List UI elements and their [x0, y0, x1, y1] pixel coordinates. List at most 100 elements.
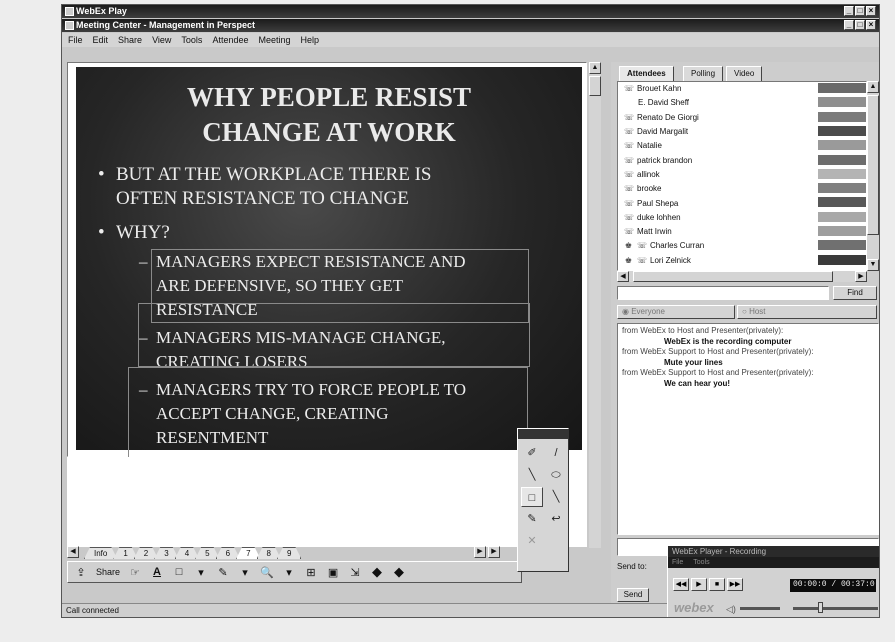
- menu-file[interactable]: File: [68, 33, 83, 47]
- share-icon[interactable]: ⇪: [74, 566, 88, 579]
- player-menu-tools[interactable]: Tools: [693, 557, 709, 568]
- send-button[interactable]: Send: [617, 588, 649, 602]
- tab-video[interactable]: Video: [726, 66, 763, 81]
- outer-window-title: WebEx Play: [76, 6, 127, 16]
- scroll-left-icon[interactable]: ◀: [617, 271, 629, 282]
- highlighter-tool-icon[interactable]: ✎: [521, 509, 543, 529]
- inner-minimize-button[interactable]: _: [844, 20, 854, 30]
- page-tab-8[interactable]: 8: [257, 547, 281, 559]
- attendee-name: duke lohhen: [637, 212, 681, 222]
- page-tab-4[interactable]: 4: [175, 547, 199, 559]
- radio-icon: ◉: [622, 307, 632, 316]
- bullet-glyph: •: [98, 164, 105, 185]
- attendee-color-swatch: [818, 97, 866, 108]
- bullet-1-line1: BUT AT THE WORKPLACE THERE IS: [116, 164, 432, 185]
- fast-forward-icon[interactable]: ▶▶: [727, 578, 743, 591]
- content-viewer: WHY PEOPLE RESIST CHANGE AT WORK • BUT A…: [67, 62, 587, 463]
- text-tool-icon[interactable]: A: [150, 566, 164, 578]
- pointer-icon[interactable]: ☞: [128, 566, 142, 579]
- seek-slider[interactable]: [793, 607, 878, 610]
- volume-icon[interactable]: ◁): [726, 604, 736, 615]
- page-tab-info[interactable]: Info: [84, 547, 117, 559]
- annotation-frame[interactable]: [138, 303, 530, 367]
- play-icon[interactable]: ▶: [691, 578, 707, 591]
- pen-tool-icon[interactable]: ✐: [521, 443, 543, 463]
- chat-tab-host[interactable]: ○ Host: [737, 305, 877, 319]
- hscroll-thumb[interactable]: [633, 271, 833, 282]
- menu-meeting[interactable]: Meeting: [258, 33, 290, 47]
- phone-icon: ☏: [624, 184, 635, 194]
- menu-attendee[interactable]: Attendee: [212, 33, 248, 47]
- phone-icon: ☏: [637, 255, 648, 265]
- tab-scroll-end-icon[interactable]: ▶: [488, 546, 500, 558]
- meeting-icon: [65, 21, 74, 30]
- attendee-name: allinok: [637, 169, 660, 179]
- tab-polling[interactable]: Polling: [683, 66, 724, 81]
- dropdown-icon[interactable]: ▾: [238, 566, 252, 579]
- share-label[interactable]: Share: [96, 567, 120, 577]
- rectangle-tool-icon[interactable]: □: [521, 487, 543, 507]
- volume-slider[interactable]: [740, 607, 780, 610]
- menu-share[interactable]: Share: [118, 33, 142, 47]
- line-tool-icon[interactable]: ╲: [521, 465, 543, 485]
- undo-icon[interactable]: ↩: [545, 509, 567, 529]
- whiteboard-area: [67, 457, 587, 547]
- page-tab-1[interactable]: 1: [113, 547, 137, 559]
- palette-header[interactable]: [518, 429, 568, 439]
- pencil-tool-icon[interactable]: /: [545, 443, 567, 463]
- annotation-frame[interactable]: [128, 367, 528, 463]
- scroll-thumb[interactable]: [589, 76, 601, 96]
- dropdown-icon[interactable]: ▾: [194, 566, 208, 579]
- scroll-up-icon[interactable]: ▲: [589, 62, 601, 74]
- menu-tools[interactable]: Tools: [181, 33, 202, 47]
- page-tab-5[interactable]: 5: [195, 547, 219, 559]
- close-button[interactable]: ×: [866, 6, 876, 16]
- tab-scroll-right-icon[interactable]: ▶: [474, 546, 486, 558]
- ellipse-tool-icon[interactable]: ⬭: [545, 465, 567, 485]
- rectangle-tool-icon[interactable]: □: [172, 566, 186, 578]
- scroll-up-icon[interactable]: ▲: [867, 81, 879, 93]
- chat-log: from WebEx to Host and Presenter(private…: [617, 323, 879, 535]
- attendee-hscrollbar[interactable]: ◀ ▶: [617, 271, 867, 282]
- full-screen-icon[interactable]: ⇲: [348, 566, 362, 579]
- previous-page-icon[interactable]: ◆: [370, 564, 384, 580]
- minimize-button[interactable]: _: [844, 6, 854, 16]
- arrow-tool-icon[interactable]: ╲: [545, 487, 567, 507]
- scroll-down-icon[interactable]: ▼: [867, 259, 879, 271]
- tab-attendees[interactable]: Attendees: [619, 66, 674, 81]
- find-button[interactable]: Find: [833, 286, 877, 300]
- tab-scroll-left-icon[interactable]: ◀: [67, 546, 79, 558]
- page-tab-3[interactable]: 3: [154, 547, 178, 559]
- fit-page-icon[interactable]: ▣: [326, 566, 340, 579]
- eraser-icon[interactable]: ✕: [521, 531, 543, 551]
- scroll-right-icon[interactable]: ▶: [855, 271, 867, 282]
- dropdown-icon[interactable]: ▾: [282, 566, 296, 579]
- next-page-icon[interactable]: ◆: [392, 564, 406, 580]
- page-tab-6[interactable]: 6: [216, 547, 240, 559]
- inner-maximize-button[interactable]: □: [855, 20, 865, 30]
- menu-edit[interactable]: Edit: [93, 33, 109, 47]
- chat-sender: from WebEx to Host and Presenter(private…: [622, 326, 784, 335]
- recording-player: WebEx Player - Recording File Tools ◀◀ ▶…: [667, 545, 879, 617]
- slide-title-line1: WHY PEOPLE RESIST: [186, 82, 472, 112]
- seek-handle[interactable]: [818, 602, 823, 613]
- menu-view[interactable]: View: [152, 33, 171, 47]
- menu-bar: File Edit Share View Tools Attendee Meet…: [62, 33, 879, 47]
- scroll-thumb[interactable]: [867, 95, 879, 235]
- menu-help[interactable]: Help: [301, 33, 320, 47]
- find-input[interactable]: [617, 286, 829, 300]
- chat-tab-everyone[interactable]: ◉ Everyone: [617, 305, 735, 319]
- page-tab-2[interactable]: 2: [134, 547, 158, 559]
- inner-close-button[interactable]: ×: [866, 20, 876, 30]
- maximize-button[interactable]: □: [855, 6, 865, 16]
- page-tab-7[interactable]: 7: [236, 547, 260, 559]
- player-menu-file[interactable]: File: [672, 557, 683, 568]
- page-tab-9[interactable]: 9: [277, 547, 301, 559]
- viewer-scrollbar[interactable]: ▲: [589, 62, 601, 548]
- fit-width-icon[interactable]: ⊞: [304, 566, 318, 579]
- attendee-scrollbar[interactable]: ▲ ▼: [867, 81, 879, 271]
- zoom-icon[interactable]: 🔍: [260, 566, 274, 579]
- stop-icon[interactable]: ■: [709, 578, 725, 591]
- rewind-icon[interactable]: ◀◀: [673, 578, 689, 591]
- highlighter-icon[interactable]: ✎: [216, 566, 230, 579]
